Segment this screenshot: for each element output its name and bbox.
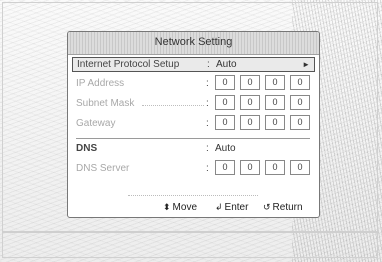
dns-value: Auto: [215, 143, 236, 154]
gateway-octet-1[interactable]: 0: [215, 115, 235, 130]
dialog-header: Network Setting: [68, 32, 319, 55]
right-triangle-icon[interactable]: ►: [302, 60, 310, 69]
dns-server-row[interactable]: DNS Server : 0 0 0 0: [72, 160, 315, 177]
enter-icon: ↲: [215, 202, 223, 212]
gateway-label: Gateway: [76, 118, 116, 129]
dns-server-octet-2[interactable]: 0: [240, 160, 260, 175]
dns-server-octet-3[interactable]: 0: [265, 160, 285, 175]
dns-server-octet-4[interactable]: 0: [290, 160, 310, 175]
control-hints: ⬍ Move ↲ Enter ↺ Return: [163, 202, 313, 216]
colon: :: [206, 143, 209, 154]
ip-address-octet-3[interactable]: 0: [265, 75, 285, 90]
ip-address-row[interactable]: IP Address : 0 0 0 0: [72, 75, 315, 92]
subnet-mask-octet-1[interactable]: 0: [215, 95, 235, 110]
subnet-mask-octet-2[interactable]: 0: [240, 95, 260, 110]
ip-address-octet-2[interactable]: 0: [240, 75, 260, 90]
divider: [76, 138, 310, 139]
subnet-mask-octet-3[interactable]: 0: [265, 95, 285, 110]
footer-separator: [128, 195, 258, 196]
subnet-mask-label: Subnet Mask: [76, 98, 135, 109]
subnet-mask-row[interactable]: Subnet Mask : 0 0 0 0: [72, 95, 315, 112]
dialog-title: Network Setting: [154, 36, 233, 48]
ip-address-label: IP Address: [76, 78, 125, 89]
return-icon: ↺: [263, 202, 271, 212]
return-hint: ↺ Return: [263, 202, 303, 213]
colon: :: [206, 163, 209, 174]
gateway-row[interactable]: Gateway : 0 0 0 0: [72, 115, 315, 132]
internet-protocol-setup-row[interactable]: Internet Protocol Setup : Auto ►: [72, 57, 315, 72]
internet-protocol-setup-value: Auto: [216, 59, 237, 70]
ip-address-octet-1[interactable]: 0: [215, 75, 235, 90]
network-setting-dialog: Network Setting Internet Protocol Setup …: [67, 31, 320, 218]
subnet-mask-octet-4[interactable]: 0: [290, 95, 310, 110]
colon: :: [206, 78, 209, 89]
enter-hint-label: Enter: [224, 202, 249, 213]
ip-address-octet-4[interactable]: 0: [290, 75, 310, 90]
internet-protocol-setup-label: Internet Protocol Setup: [77, 59, 180, 70]
subnet-mask-fields: 0 0 0 0: [215, 95, 315, 110]
dotted-leader: [142, 105, 204, 106]
bottom-strip: [2, 231, 378, 233]
return-hint-label: Return: [272, 202, 303, 213]
gateway-octet-3[interactable]: 0: [265, 115, 285, 130]
up-down-arrows-icon: ⬍: [163, 202, 171, 212]
move-hint-label: Move: [172, 202, 197, 213]
colon: :: [207, 59, 210, 70]
move-hint: ⬍ Move: [163, 202, 197, 213]
colon: :: [206, 118, 209, 129]
enter-hint: ↲ Enter: [215, 202, 248, 213]
gateway-fields: 0 0 0 0: [215, 115, 315, 130]
ip-address-fields: 0 0 0 0: [215, 75, 315, 90]
dns-server-label: DNS Server: [76, 163, 130, 174]
dns-label: DNS: [76, 143, 98, 154]
colon: :: [206, 98, 209, 109]
dns-server-octet-1[interactable]: 0: [215, 160, 235, 175]
dns-server-fields: 0 0 0 0: [215, 160, 315, 175]
dns-row[interactable]: DNS : Auto: [72, 142, 315, 157]
gateway-octet-2[interactable]: 0: [240, 115, 260, 130]
gateway-octet-4[interactable]: 0: [290, 115, 310, 130]
